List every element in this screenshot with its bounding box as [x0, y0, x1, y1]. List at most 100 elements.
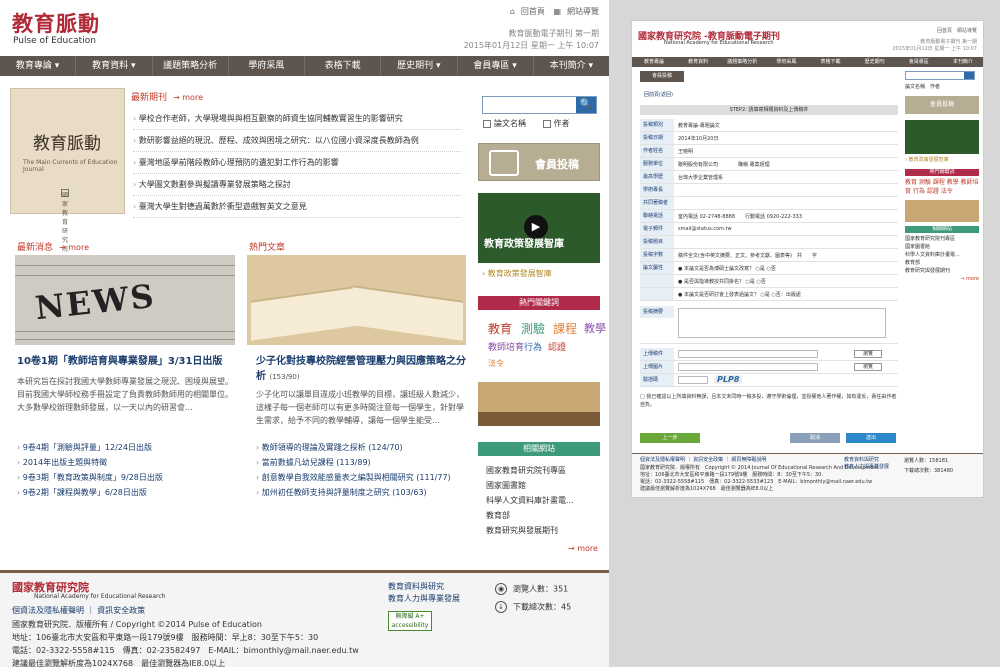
nav-item[interactable]: 表格下載 [809, 57, 853, 67]
keyword-tag[interactable]: 教育 [488, 320, 512, 337]
opt-author-checkbox[interactable]: 作者 [542, 119, 570, 128]
video-caption[interactable]: › 教育政策發展智庫 [482, 268, 552, 279]
site-logo[interactable]: 教育脈動 [12, 8, 100, 38]
form-value[interactable]: 王曉明 [678, 148, 693, 155]
footer-link[interactable]: 教育資料與研究 [844, 457, 879, 464]
submit-button[interactable]: 送出 [846, 433, 896, 443]
keyword-tag[interactable]: 教師培育 [488, 340, 524, 353]
list-item[interactable]: 加州初任教師支持與評量制度之研究 (103/63) [256, 485, 451, 500]
list-item[interactable]: 創意教學自我效能感量表之編製與相關研究 (111/77) [256, 470, 451, 485]
nav-item[interactable]: 歷史期刊 [853, 57, 897, 67]
form-value[interactable]: ● 本論文是否研討會上發表過論文？ ○是 ○否：出版處 [678, 291, 801, 298]
keyword-tag[interactable]: 教學 [584, 320, 606, 336]
list-item[interactable]: 教師領導的理論及實踐之探析 (124/70) [256, 440, 451, 455]
accessibility-badge[interactable]: 無障礙 A+ accessibility [388, 611, 432, 631]
related-link[interactable]: 教育研究與發展期刊 [905, 267, 979, 275]
journal-cover[interactable]: 教育脈動 The Main Currents of Education Jour… [10, 88, 125, 253]
nav-item[interactable]: 議題策略分析 [720, 57, 764, 67]
footer-link[interactable]: 教育人力與專業發展 [844, 464, 889, 471]
books-banner[interactable] [478, 382, 600, 426]
list-item[interactable]: 9卷3期「教育政策與制度」9/28日出版 [17, 470, 163, 485]
hot-article-title[interactable]: 少子化對技專校院經營管理壓力與因應策略之分析 (153/90) [256, 354, 466, 385]
search-input[interactable] [905, 71, 975, 80]
footer-link[interactable]: 教育人力與專業發展 [388, 593, 460, 605]
image-input[interactable] [678, 363, 818, 371]
list-item[interactable]: 當前數據凡幼兒課程 (113/89) [256, 455, 451, 470]
browse-button[interactable]: 瀏覽 [854, 363, 882, 371]
nav-item[interactable]: 會員專區 ▾ [458, 56, 534, 76]
opt-title-checkbox[interactable]: 論文名稱 [483, 119, 526, 128]
video-caption[interactable]: › 教育政策發展智庫 [905, 156, 979, 163]
related-link[interactable]: 科學人文資料庫計畫電... [486, 493, 574, 508]
related-link[interactable]: 教育研究與發展期刊 [486, 523, 574, 538]
list-item[interactable]: 臺灣大學生對德過萬數於衝型遊戲智英文之意見 [133, 196, 461, 218]
captcha-input[interactable] [678, 376, 708, 384]
list-item[interactable]: 數研影響益絕的現況、歷程、成效與困境之研究：以八位國小資深度長教師為例 [133, 130, 461, 152]
member-submit-button[interactable]: 會員投稿 [905, 96, 979, 114]
search-icon[interactable] [964, 72, 974, 79]
nav-item[interactable]: 會員專區 [897, 57, 941, 67]
related-link[interactable]: 國家教育研究院刊專區 [486, 463, 574, 478]
footer-policy-links[interactable]: 個資法及隱私權聲明 ｜ 資訊安全政策 [12, 605, 145, 616]
related-link[interactable]: 科學人文資料庫計畫電... [905, 251, 979, 259]
search-icon[interactable]: 🔍 [576, 97, 596, 113]
nav-item[interactable]: 教育資料 [676, 57, 720, 67]
form-value[interactable]: 教育專論-專題論文 [678, 122, 720, 129]
video-player[interactable] [905, 120, 979, 154]
home-icon[interactable]: ⌂ [510, 7, 515, 16]
latest-more-link[interactable]: → more [173, 93, 203, 102]
footer-link[interactable]: 教育資料與研究 [388, 581, 460, 593]
back-link[interactable]: 回前頁(返回) [644, 91, 673, 98]
related-link[interactable]: 教育部 [905, 259, 979, 267]
keyword-tag[interactable]: 課程 [553, 320, 577, 337]
hot-article-image[interactable] [247, 255, 466, 345]
nav-item[interactable]: 教育資料 ▾ [76, 56, 153, 76]
agree-checkbox[interactable]: □ 我已確認以上所填資料無誤，且本文未同時一稿多投，遵守學術倫理，並授權他人著作… [640, 393, 898, 409]
news-image[interactable]: NEWS [15, 255, 235, 345]
related-link[interactable]: 國家圖書館 [905, 243, 979, 251]
list-item[interactable]: 2014年出版主題與特徵 [17, 455, 163, 470]
form-value[interactable]: 室內電話 02-2748-8888 行動電話 0920-222-333 [678, 213, 802, 220]
nav-item[interactable]: 本刊簡介 ▾ [534, 56, 609, 76]
news-title[interactable]: 10卷1期「教師培育與專業發展」3/31日出版 [17, 354, 232, 369]
related-link[interactable]: 國家教育研究院刊專區 [905, 235, 979, 243]
form-value[interactable]: smail@status.com.tw [678, 226, 732, 232]
list-item[interactable]: 學校合作老師，大學現場與與相互觀察的師資生協同輔教實習生的影響研究 [133, 108, 461, 130]
abstract-textarea[interactable] [678, 308, 886, 338]
nav-item[interactable]: 學府采風 [764, 57, 808, 67]
list-item[interactable]: 臺灣地區學前階段教師心理預防的遺犯對工作行為的影響 [133, 152, 461, 174]
keyword-tag[interactable]: 行為 [524, 340, 542, 353]
cancel-button[interactable]: 取消 [790, 433, 840, 443]
nav-item[interactable]: 議題策略分析 [153, 56, 229, 76]
news-more-link[interactable]: → more [59, 243, 89, 252]
form-value[interactable]: 台灣大學企業管理系 [678, 174, 723, 181]
prev-step-button[interactable]: 上一步 [640, 433, 700, 443]
form-value[interactable]: ● 本論文是否為博碩士論文改寫？ ○是 ○否 [678, 265, 776, 272]
keyword-tag[interactable]: 測驗 [521, 320, 545, 337]
form-value[interactable]: ● 是否與指導教授共同掛名？ ○是 ○否 [678, 278, 766, 285]
books-banner[interactable] [905, 200, 979, 222]
form-value[interactable]: 稿件全文(含中英文摘要、正文、參考文獻、圖表等) 共 字 [678, 252, 817, 259]
related-link[interactable]: 教育部 [486, 508, 574, 523]
related-link[interactable]: 國家圖書館 [486, 478, 574, 493]
nav-item[interactable]: 學府采風 [229, 56, 305, 76]
nav-item[interactable]: 表格下載 [305, 56, 382, 76]
nav-item[interactable]: 歷史期刊 ▾ [381, 56, 458, 76]
preview-top-links[interactable]: 回首頁 網站導覽 [937, 27, 977, 34]
browse-button[interactable]: 瀏覽 [854, 350, 882, 358]
form-value[interactable]: 聯明股份有限公司 職稱 專案經理 [678, 161, 770, 168]
related-more-link[interactable]: → more [905, 275, 979, 283]
keyword-tag[interactable]: 法令 [488, 358, 504, 369]
home-link[interactable]: 回首頁 [521, 7, 545, 16]
sitemap-link[interactable]: 網站導覽 [567, 7, 599, 16]
list-item[interactable]: 9卷4期「測驗與評量」12/24日出版 [17, 440, 163, 455]
footer-policy-links[interactable]: 個資法及隱私權聲明 ｜ 資訊安全政策 ｜ 網頁無障礙說明 [640, 457, 766, 464]
keyword-tags[interactable]: 教育 測驗 課程 教學 教師培育 行為 認證 法令 [905, 178, 979, 196]
video-player[interactable]: ▶ 教育政策發展智庫 [478, 193, 600, 263]
related-more-link[interactable]: → more [568, 544, 598, 553]
search-input[interactable]: 🔍 [482, 96, 597, 114]
tab-member-submit[interactable]: 會員投稿 [640, 71, 684, 82]
form-value[interactable]: 2014年10月20日 [678, 135, 718, 142]
keyword-tag[interactable]: 認證 [548, 340, 566, 353]
sitemap-icon[interactable]: ▦ [553, 7, 561, 16]
